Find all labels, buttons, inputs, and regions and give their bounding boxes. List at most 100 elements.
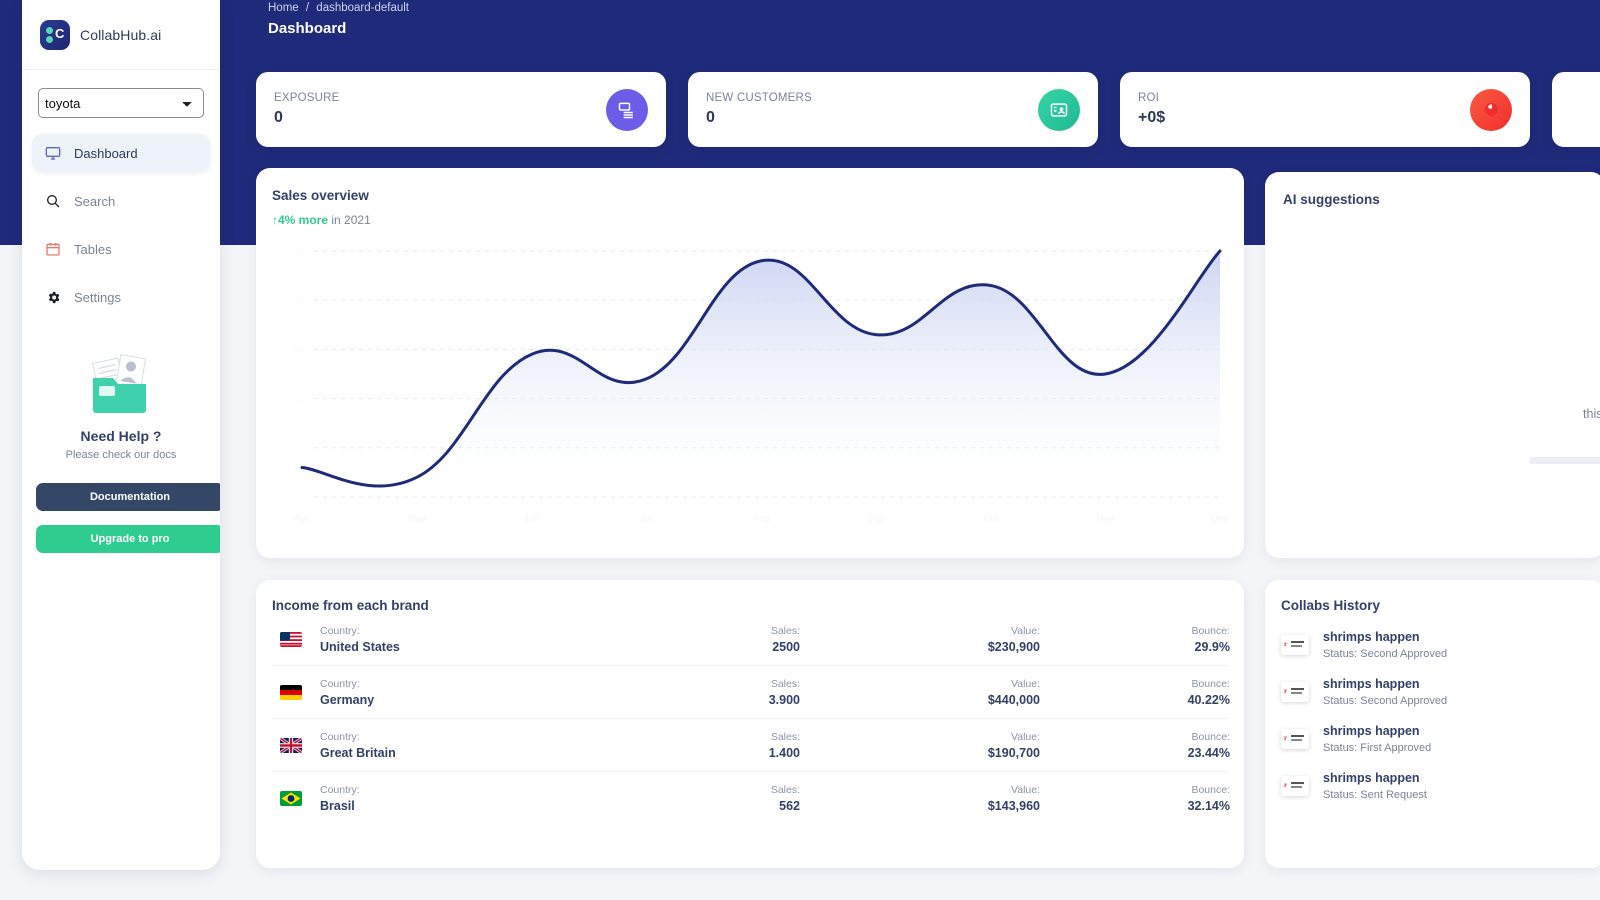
stat-text: EXPOSURE 0 <box>274 92 340 127</box>
country-value: United States <box>320 639 400 654</box>
collab-text: shrimps happen Status: Second Approved <box>1323 630 1447 660</box>
country-value: Great Britain <box>320 745 396 760</box>
table-row[interactable]: Country: Brasil Sales: 562 Value: $143,960 Bou… <box>272 772 1230 825</box>
collab-status: Status: Second Approved <box>1323 648 1448 660</box>
help-subtitle: Please check our docs <box>65 449 177 461</box>
stat-card-exposure[interactable]: EXPOSURE 0 <box>256 72 666 147</box>
ai-suggestion-text: this is <box>1583 407 1600 421</box>
stat-value: +0$ <box>1138 109 1166 126</box>
documents-folder-icon <box>36 348 206 422</box>
table-row[interactable]: Country: Great Britain Sales: 1.400 Value: $1… <box>272 719 1230 772</box>
stat-card-clipped[interactable] <box>1552 72 1600 147</box>
chart-x-tick-labels: Apr May Jun Jul Aug Sep Oct Nov Dec <box>295 513 1229 524</box>
ai-suggestion-progress-bar <box>1529 457 1600 464</box>
svg-text:Nov: Nov <box>1097 513 1114 524</box>
document-thumb-icon: r <box>1281 635 1309 655</box>
collabhub-logo-icon: C <box>40 19 70 50</box>
account-select-wrapper: toyota <box>22 70 220 124</box>
collab-status: Status: First Approved <box>1323 742 1432 754</box>
sidebar-item-label: Search <box>74 193 116 209</box>
stat-text: ROI +0$ <box>1138 92 1165 127</box>
list-item[interactable]: r shrimps happen Status: First Approved <box>1281 724 1589 754</box>
bounce-cell: Bounce: 29.9% <box>1040 625 1230 654</box>
table-row[interactable]: Country: United States Sales: 2500 Value: $23… <box>272 613 1230 666</box>
breadcrumb-home[interactable]: Home <box>268 2 299 14</box>
value-cell: Value: $143,960 <box>800 784 1040 813</box>
svg-text:400: 400 <box>291 295 306 305</box>
bounce-value: 23.44% <box>1187 745 1230 760</box>
account-select[interactable]: toyota <box>38 88 204 118</box>
table-row[interactable]: Country: Germany Sales: 3.900 Value: $440,000… <box>272 666 1230 719</box>
sidebar-item-settings[interactable]: Settings <box>32 278 210 316</box>
gear-icon <box>44 288 62 306</box>
flag-us-icon <box>280 631 302 647</box>
sales-value: 562 <box>779 799 800 813</box>
sidebar-item-dashboard[interactable]: Dashboard <box>32 134 210 172</box>
sidebar-nav: Dashboard Search Tables Settings <box>22 124 220 316</box>
sales-value: 3.900 <box>768 692 800 707</box>
topbar: Home / dashboard-default Dashboard <box>268 2 409 37</box>
sales-label: Sales: <box>770 784 800 796</box>
monitor-icon <box>44 144 62 162</box>
sales-overview-title: Sales overview <box>272 188 369 203</box>
country-label: Country: <box>320 784 360 796</box>
coin-icon <box>1470 88 1512 131</box>
country-cell: Country: Great Britain <box>320 731 620 760</box>
svg-text:200: 200 <box>291 394 306 404</box>
breadcrumb-separator: / <box>305 2 310 14</box>
brand-name: CollabHub.ai <box>80 26 162 43</box>
svg-text:Jun: Jun <box>524 513 539 524</box>
search-icon <box>44 192 62 210</box>
collab-name: shrimps happen <box>1323 771 1420 785</box>
value-cell: Value: $190,700 <box>800 731 1040 760</box>
value-cell: Value: $440,000 <box>800 678 1040 707</box>
bounce-label: Bounce: <box>1191 784 1230 796</box>
sales-value: 2500 <box>772 639 800 654</box>
value-value: $230,900 <box>987 639 1040 654</box>
document-thumb-icon: r <box>1281 729 1309 749</box>
sidebar-item-label: Settings <box>74 289 121 305</box>
collabs-history-card: Collabs History r shrimps happen Status: S… <box>1265 580 1600 868</box>
documentation-button[interactable]: Documentation <box>36 483 220 511</box>
ai-suggestions-title: AI suggestions <box>1283 192 1380 207</box>
value-value: $143,960 <box>987 799 1040 813</box>
page-title: Dashboard <box>268 20 347 37</box>
country-cell: Country: United States <box>320 625 620 654</box>
stat-card-new-customers[interactable]: NEW CUSTOMERS 0 <box>688 72 1098 147</box>
sales-delta-period: in 2021 <box>331 213 371 227</box>
stat-card-roi[interactable]: ROI +0$ <box>1120 72 1530 147</box>
country-cell: Country: Brasil <box>320 784 620 813</box>
stat-label: EXPOSURE <box>274 92 340 104</box>
list-item[interactable]: r shrimps happen Status: Second Approved <box>1281 677 1589 707</box>
bounce-cell: Bounce: 23.44% <box>1040 731 1230 760</box>
value-cell: Value: $230,900 <box>800 625 1040 654</box>
list-item[interactable]: r shrimps happen Status: Second Approved <box>1281 630 1589 660</box>
document-thumb-icon: r <box>1281 682 1309 702</box>
collab-status: Status: Sent Request <box>1323 789 1427 801</box>
upgrade-to-pro-button[interactable]: Upgrade to pro <box>36 525 220 553</box>
collab-name: shrimps happen <box>1323 677 1420 691</box>
stat-label: ROI <box>1138 92 1160 104</box>
svg-text:500: 500 <box>291 246 306 256</box>
money-stack-icon <box>606 88 648 131</box>
list-item[interactable]: r shrimps happen Status: Sent Request <box>1281 771 1589 801</box>
collabs-history-title: Collabs History <box>1281 598 1381 613</box>
sales-overview-subtitle: ↑4% more in 2021 <box>272 213 1228 227</box>
sidebar-item-label: Tables <box>74 241 112 257</box>
collab-name: shrimps happen <box>1323 630 1420 644</box>
bounce-label: Bounce: <box>1191 730 1230 743</box>
sidebar-item-search[interactable]: Search <box>32 182 210 220</box>
sales-delta: 4% more <box>278 213 329 227</box>
country-cell: Country: Germany <box>320 678 620 707</box>
bounce-label: Bounce: <box>1191 677 1230 690</box>
collab-text: shrimps happen Status: Second Approved <box>1323 677 1447 707</box>
svg-text:Apr: Apr <box>295 513 310 524</box>
stat-cards-row: EXPOSURE 0 NEW CUSTOMERS 0 ROI +0$ <box>256 72 1600 147</box>
sales-overview-card: Sales overview ↑4% more in 2021 01002003… <box>256 168 1244 558</box>
sales-chart[interactable]: 0100200300400500 AprMayJunJulAugSepOctNo… <box>272 241 1229 541</box>
country-label: Country: <box>320 624 360 637</box>
value-label: Value: <box>1011 677 1040 690</box>
sales-cell: Sales: 2500 <box>620 625 800 654</box>
svg-text:Jul: Jul <box>640 513 652 524</box>
sidebar-item-tables[interactable]: Tables <box>32 230 210 268</box>
